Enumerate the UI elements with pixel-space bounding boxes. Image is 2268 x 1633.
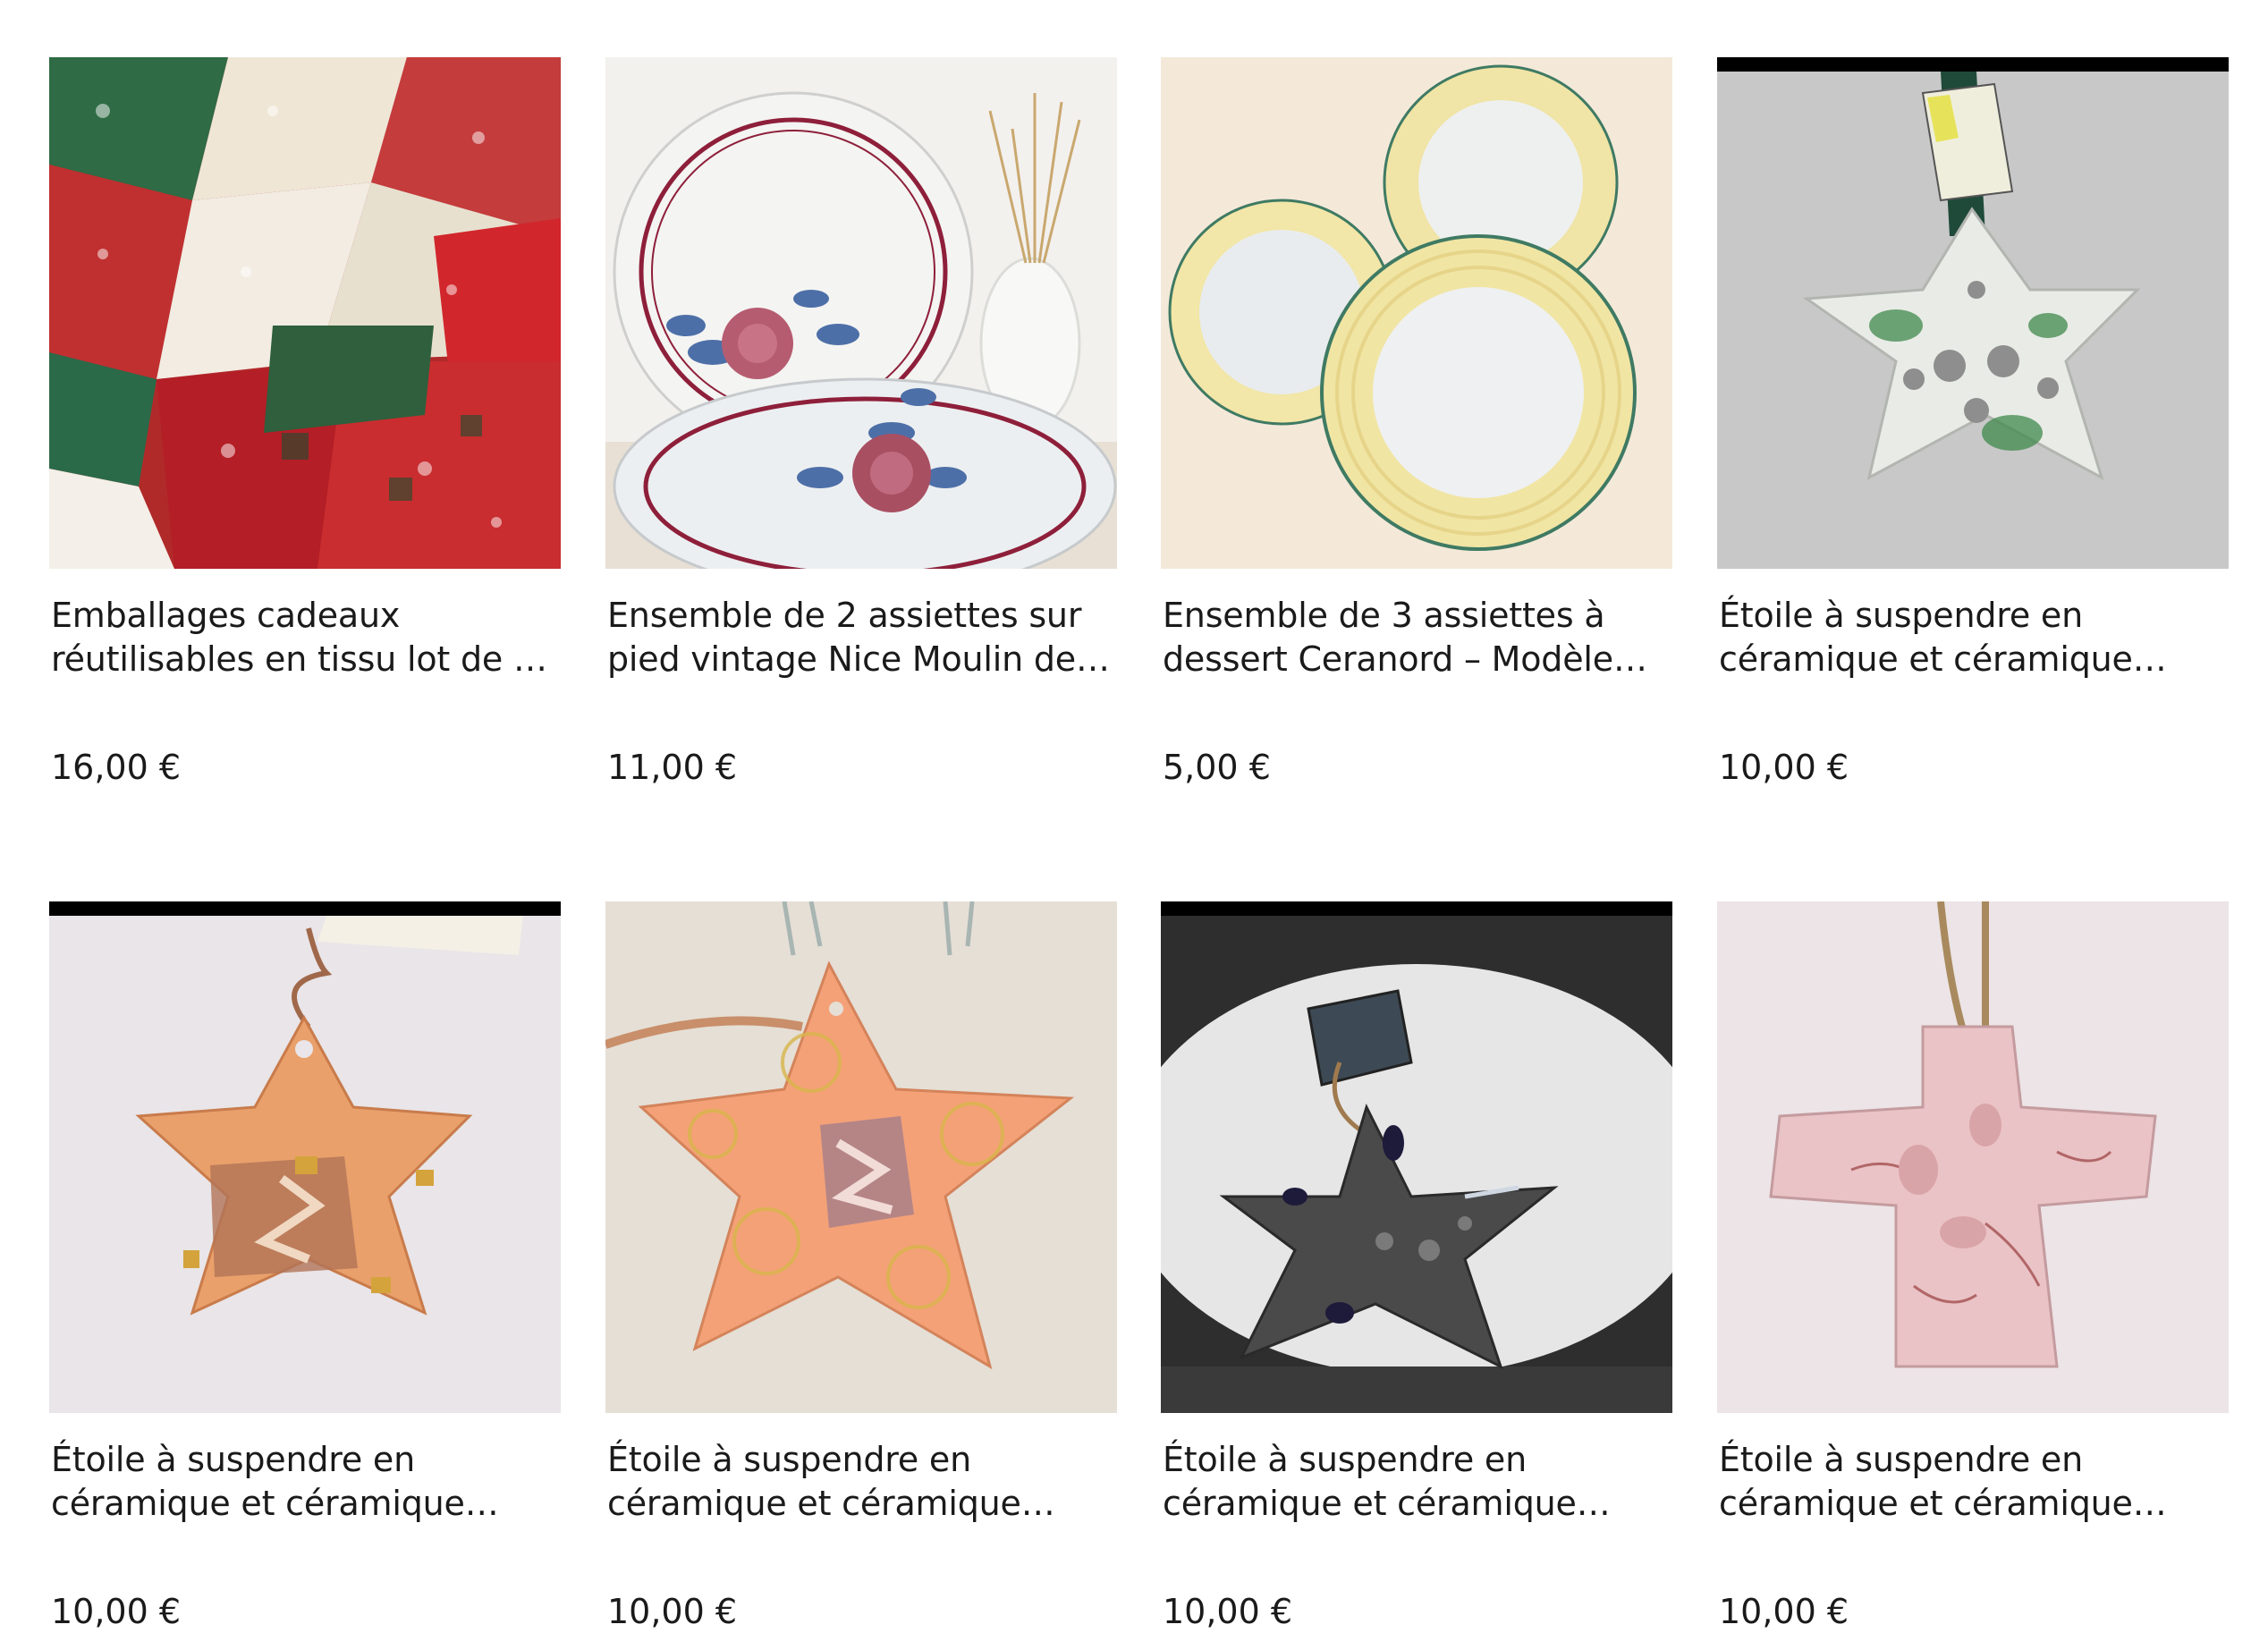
product-grid: Emballages cadeaux réutilisables en tiss… (0, 0, 2268, 1631)
product-price: 10,00 € (607, 1592, 738, 1631)
product-title[interactable]: Étoile à suspendre en céramique et céram… (607, 1438, 1117, 1526)
product-title[interactable]: Étoile à suspendre en céramique et céram… (1719, 1438, 2229, 1526)
product-image[interactable] (49, 57, 561, 569)
product-title[interactable]: Ensemble de 3 assiettes à dessert Cerano… (1163, 594, 1672, 681)
product-image[interactable] (1161, 901, 1672, 1413)
product-price: 10,00 € (1719, 1592, 1849, 1631)
product-title[interactable]: Étoile à suspendre en céramique et céram… (1719, 594, 2229, 681)
product-image[interactable] (605, 901, 1117, 1413)
product-price: 10,00 € (1163, 1592, 1293, 1631)
product-title[interactable]: Étoile à suspendre en céramique et céram… (51, 1438, 561, 1526)
product-image[interactable] (49, 901, 561, 1413)
product-image[interactable] (1717, 901, 2229, 1413)
product-price: 11,00 € (607, 748, 738, 787)
product-image[interactable] (1161, 57, 1672, 569)
product-image[interactable] (605, 57, 1117, 569)
product-price: 5,00 € (1163, 748, 1271, 787)
product-price: 16,00 € (51, 748, 182, 787)
product-title[interactable]: Étoile à suspendre en céramique et céram… (1163, 1438, 1672, 1526)
product-title[interactable]: Emballages cadeaux réutilisables en tiss… (51, 594, 561, 681)
product-image[interactable] (1717, 57, 2229, 569)
product-price: 10,00 € (51, 1592, 182, 1631)
product-price: 10,00 € (1719, 748, 1849, 787)
product-title[interactable]: Ensemble de 2 assiettes sur pied vintage… (607, 594, 1117, 681)
